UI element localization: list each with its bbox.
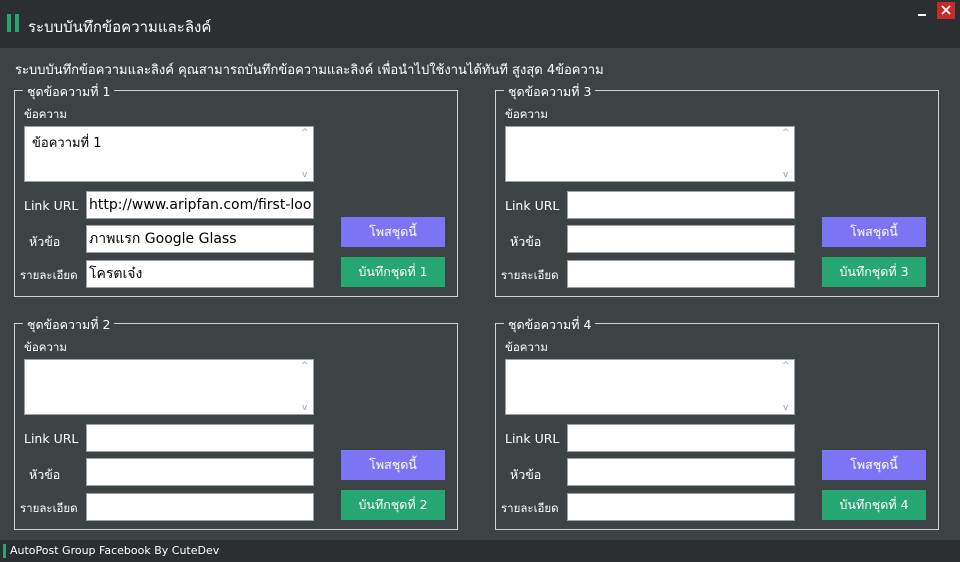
details-input[interactable]	[567, 493, 795, 521]
window-title: ระบบบันทึกข้อความและลิงค์	[28, 18, 212, 36]
message-label: ข้อความ	[505, 340, 548, 354]
status-accent	[3, 544, 6, 558]
message-text: ข้อความที่ 1	[32, 136, 102, 151]
heading-label: หัวข้อ	[29, 234, 61, 249]
heading-input[interactable]	[86, 458, 314, 486]
save-set-button[interactable]: บันทึกชุดที่ 2	[341, 490, 445, 520]
group-legend: ชุดข้อความที่ 3	[504, 82, 596, 102]
close-icon	[941, 5, 951, 15]
heading-input[interactable]: ภาพแรก Google Glass	[86, 225, 314, 253]
details-input[interactable]: โครตเจ๋ง	[86, 260, 314, 288]
link-url-input[interactable]	[86, 424, 314, 452]
message-label: ข้อความ	[24, 340, 67, 354]
description-text: ระบบบันทึกข้อความและลิงค์ คุณสามารถบันทึ…	[15, 63, 604, 78]
link-url-label: Link URL	[505, 198, 560, 213]
details-input[interactable]	[567, 260, 795, 288]
textarea-scrollbar[interactable]	[298, 128, 312, 180]
post-set-button[interactable]: โพสชุดนี้	[822, 450, 926, 480]
message-label: ข้อความ	[24, 107, 67, 121]
heading-label: หัวข้อ	[29, 467, 61, 482]
message-set-3: ชุดข้อความที่ 3 ข้อความ Link URL หัวข้อ …	[495, 82, 939, 297]
message-textarea[interactable]: ข้อความที่ 1	[24, 126, 314, 182]
link-url-label: Link URL	[24, 431, 79, 446]
link-url-input[interactable]	[567, 424, 795, 452]
heading-label: หัวข้อ	[510, 234, 542, 249]
message-textarea[interactable]	[505, 126, 795, 182]
link-url-input[interactable]: http://www.aripfan.com/first-loo	[86, 191, 314, 219]
details-label: รายละเอียด	[20, 268, 78, 282]
details-input[interactable]	[86, 493, 314, 521]
details-label: รายละเอียด	[501, 268, 559, 282]
main-panel: ระบบบันทึกข้อความและลิงค์ คุณสามารถบันทึ…	[0, 48, 960, 540]
app-logo-icon	[7, 14, 19, 32]
message-set-1: ชุดข้อความที่ 1 ข้อความ ข้อความที่ 1 Lin…	[14, 82, 458, 297]
message-textarea[interactable]	[505, 359, 795, 415]
post-set-button[interactable]: โพสชุดนี้	[341, 217, 445, 247]
close-button[interactable]	[937, 2, 955, 19]
save-set-button[interactable]: บันทึกชุดที่ 3	[822, 257, 926, 287]
message-label: ข้อความ	[505, 107, 548, 121]
save-set-button[interactable]: บันทึกชุดที่ 4	[822, 490, 926, 520]
group-legend: ชุดข้อความที่ 2	[23, 315, 115, 335]
message-set-2: ชุดข้อความที่ 2 ข้อความ Link URL หัวข้อ …	[14, 315, 458, 530]
message-set-4: ชุดข้อความที่ 4 ข้อความ Link URL หัวข้อ …	[495, 315, 939, 530]
details-label: รายละเอียด	[20, 501, 78, 515]
heading-label: หัวข้อ	[510, 467, 542, 482]
link-url-input[interactable]	[567, 191, 795, 219]
details-label: รายละเอียด	[501, 501, 559, 515]
heading-input[interactable]	[567, 225, 795, 253]
textarea-scrollbar[interactable]	[779, 128, 793, 180]
textarea-scrollbar[interactable]	[779, 361, 793, 413]
status-bar: AutoPost Group Facebook By CuteDev	[0, 540, 960, 562]
group-legend: ชุดข้อความที่ 4	[504, 315, 596, 335]
group-legend: ชุดข้อความที่ 1	[23, 82, 115, 102]
post-set-button[interactable]: โพสชุดนี้	[822, 217, 926, 247]
textarea-scrollbar[interactable]	[298, 361, 312, 413]
link-url-label: Link URL	[24, 198, 79, 213]
message-textarea[interactable]	[24, 359, 314, 415]
post-set-button[interactable]: โพสชุดนี้	[341, 450, 445, 480]
link-url-label: Link URL	[505, 431, 560, 446]
status-text: AutoPost Group Facebook By CuteDev	[10, 544, 220, 557]
save-set-button[interactable]: บันทึกชุดที่ 1	[341, 257, 445, 287]
minimize-button[interactable]	[916, 4, 930, 18]
title-bar: ระบบบันทึกข้อความและลิงค์	[0, 0, 960, 48]
heading-input[interactable]	[567, 458, 795, 486]
